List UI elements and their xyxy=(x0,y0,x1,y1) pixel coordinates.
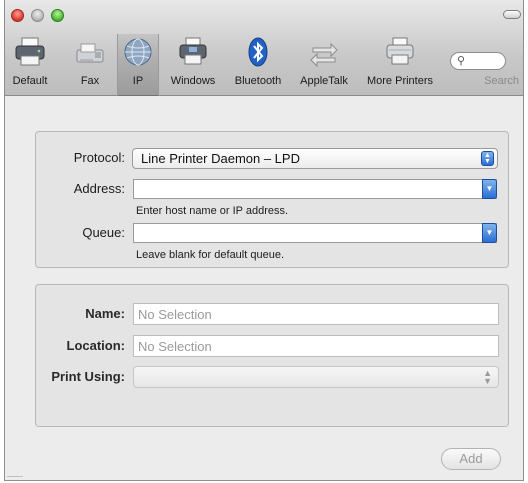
toolbar-item-windows[interactable]: Windows xyxy=(165,34,221,94)
add-printer-window: Default Fax IP Windows Bluetooth AppleTa… xyxy=(4,0,524,481)
toolbar-item-default[interactable]: Default xyxy=(7,34,53,94)
name-label: Name: xyxy=(85,306,125,321)
location-label: Location: xyxy=(66,338,126,353)
resize-grip[interactable] xyxy=(7,476,23,479)
queue-combobox[interactable]: ▼ xyxy=(133,223,497,243)
toolbar-item-fax[interactable]: Fax xyxy=(67,34,113,94)
print-using-label: Print Using: xyxy=(51,369,125,384)
toolbar-item-label: Windows xyxy=(170,75,216,87)
popup-arrows-icon: ▲ ▼ xyxy=(483,368,492,386)
protocol-value: Line Printer Daemon – LPD xyxy=(141,151,300,166)
search-label: Search xyxy=(484,75,519,87)
address-hint: Enter host name or IP address. xyxy=(136,205,289,217)
protocol-popup[interactable]: Line Printer Daemon – LPD ▲ ▼ xyxy=(132,148,498,169)
close-window-button[interactable] xyxy=(11,9,24,22)
default-printer-icon xyxy=(13,36,47,68)
toolbar-item-appletalk[interactable]: AppleTalk xyxy=(293,34,355,94)
minimize-window-button[interactable] xyxy=(31,9,44,22)
address-combobox[interactable]: ▼ xyxy=(133,179,497,199)
combo-dropdown-icon[interactable]: ▼ xyxy=(482,179,497,199)
search-label-group: Search xyxy=(443,34,519,94)
protocol-label: Protocol: xyxy=(73,150,125,165)
name-field[interactable]: No Selection xyxy=(133,303,499,325)
bluetooth-icon xyxy=(241,36,275,68)
zoom-window-button[interactable] xyxy=(51,9,64,22)
toolbar-item-label: Fax xyxy=(80,75,100,87)
toolbar-item-label: More Printers xyxy=(366,75,434,87)
popup-arrows-icon: ▲ ▼ xyxy=(481,151,494,166)
fax-icon xyxy=(73,36,107,68)
toolbar-item-label: Default xyxy=(12,75,48,87)
appletalk-icon xyxy=(307,36,341,68)
location-field[interactable]: No Selection xyxy=(133,335,499,357)
toolbar: Default Fax IP Windows Bluetooth AppleTa… xyxy=(5,0,523,96)
toolbar-item-label: AppleTalk xyxy=(300,75,348,87)
queue-label: Queue: xyxy=(82,225,125,240)
add-button[interactable]: Add xyxy=(441,448,501,470)
address-label: Address: xyxy=(73,181,125,196)
windows-printer-icon xyxy=(176,36,210,68)
ip-globe-icon xyxy=(121,36,155,68)
toolbar-item-ip[interactable]: IP xyxy=(117,34,159,96)
toolbar-item-label: IP xyxy=(132,75,144,87)
toolbar-item-label: Bluetooth xyxy=(234,75,282,87)
toolbar-item-more-printers[interactable]: More Printers xyxy=(363,34,437,94)
print-using-popup[interactable]: ▲ ▼ xyxy=(133,366,499,388)
queue-hint: Leave blank for default queue. xyxy=(136,249,285,261)
toolbar-item-bluetooth[interactable]: Bluetooth xyxy=(227,34,289,94)
toolbar-toggle-button[interactable] xyxy=(503,10,521,19)
combo-dropdown-icon[interactable]: ▼ xyxy=(482,223,497,243)
more-printers-icon xyxy=(383,36,417,68)
